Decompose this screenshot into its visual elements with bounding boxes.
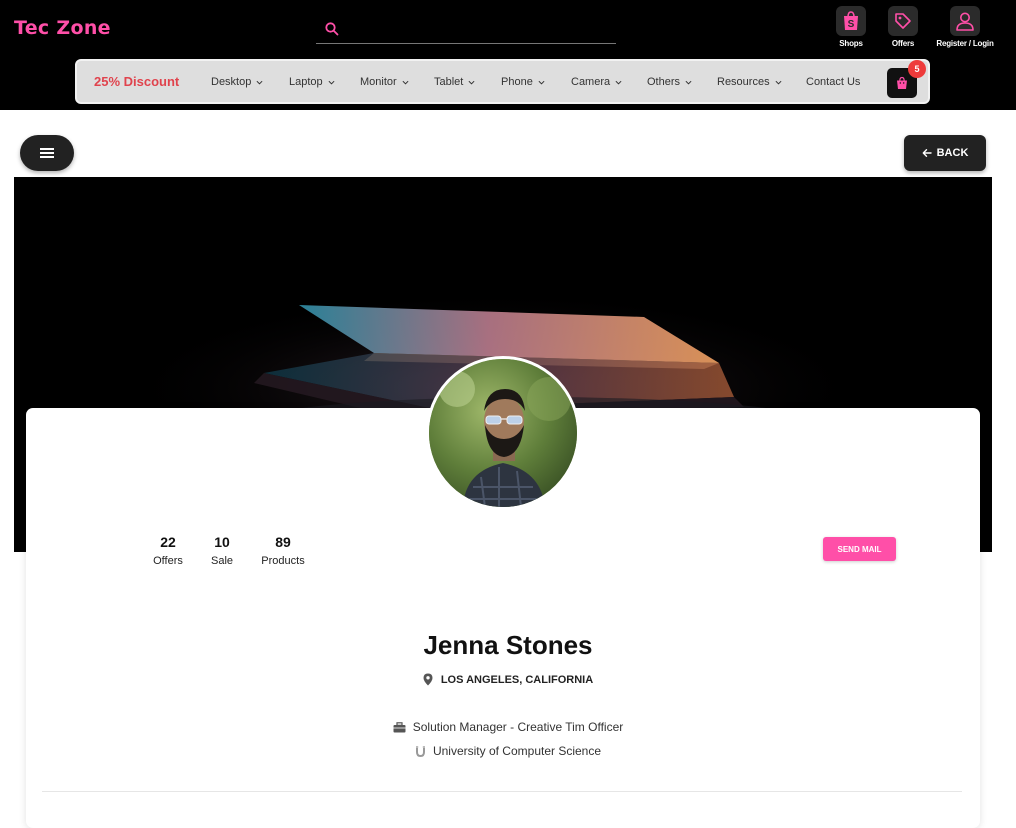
cart-button[interactable]: 5 [887, 60, 926, 98]
nav-item-label: Phone [501, 76, 533, 88]
register-login-link[interactable]: Register / Login [936, 6, 994, 48]
site-logo[interactable]: Tec Zone [14, 17, 111, 39]
stat-label: Products [261, 555, 305, 567]
shopify-bag-icon: S [836, 6, 866, 36]
register-login-label: Register / Login [936, 39, 994, 48]
nav-item-monitor[interactable]: Monitor [360, 76, 409, 88]
nav-item-desktop[interactable]: Desktop [211, 76, 263, 88]
top-header: Tec Zone S Shops Offers Register / Login… [0, 0, 1016, 110]
main-nav: 25% Discount Desktop Laptop Monitor Tabl… [75, 59, 930, 104]
search-bar [316, 16, 616, 44]
chevron-down-icon [538, 80, 545, 85]
stat-value: 22 [160, 534, 176, 550]
cart-count-badge: 5 [908, 60, 926, 78]
stat-products: 89 Products [260, 534, 306, 567]
nav-item-label: Monitor [360, 76, 397, 88]
tag-icon [888, 6, 918, 36]
chevron-down-icon [402, 80, 409, 85]
briefcase-icon [393, 721, 406, 732]
profile-name: Jenna Stones [423, 630, 593, 660]
nav-item-resources[interactable]: Resources [717, 76, 782, 88]
section-divider [42, 791, 962, 792]
offers-label: Offers [891, 39, 915, 48]
chevron-down-icon [775, 80, 782, 85]
offers-link[interactable]: Offers [888, 6, 918, 48]
chevron-down-icon [615, 80, 622, 85]
nav-item-label: Others [647, 76, 681, 88]
stat-sale: 10 Sale [207, 534, 237, 567]
discount-link[interactable]: 25% Discount [94, 74, 179, 89]
nav-item-camera[interactable]: Camera [571, 76, 622, 88]
stat-label: Offers [153, 555, 183, 567]
profile-job: Solution Manager - Creative Tim Officer [0, 720, 1016, 734]
nav-item-label: Laptop [289, 76, 323, 88]
stat-value: 10 [214, 534, 230, 550]
shopping-bag-icon [897, 76, 907, 89]
job-text: Solution Manager - Creative Tim Officer [412, 720, 624, 734]
profile-location: LOS ANGELES, CALIFORNIA [0, 673, 1016, 686]
nav-item-label: Camera [571, 76, 611, 88]
education-text: University of Computer Science [432, 744, 602, 758]
search-icon[interactable] [324, 21, 340, 37]
location-text: LOS ANGELES, CALIFORNIA [440, 673, 594, 686]
stat-label: Sale [210, 555, 234, 567]
nav-item-label: Tablet [434, 76, 464, 88]
chevron-down-icon [328, 80, 335, 85]
nav-item-label: Resources [717, 76, 770, 88]
send-mail-button[interactable]: SEND MAIL [823, 537, 896, 561]
map-marker-icon [423, 673, 433, 686]
nav-item-laptop[interactable]: Laptop [289, 76, 335, 88]
search-input[interactable] [348, 18, 610, 42]
nav-item-label: Desktop [211, 76, 252, 88]
arrow-left-icon [922, 149, 932, 157]
university-icon [415, 746, 425, 757]
nav-item-tablet[interactable]: Tablet [434, 76, 475, 88]
nav-item-label: Contact Us [806, 76, 861, 88]
nav-item-phone[interactable]: Phone [501, 76, 545, 88]
user-icon [950, 6, 980, 36]
shops-label: Shops [839, 39, 863, 48]
profile-education: University of Computer Science [0, 744, 1016, 758]
chevron-down-icon [468, 80, 475, 85]
nav-item-contact-us[interactable]: Contact Us [806, 76, 860, 88]
shops-link[interactable]: S Shops [836, 6, 866, 48]
menu-button[interactable] [20, 135, 74, 171]
chevron-down-icon [685, 80, 692, 85]
nav-item-others[interactable]: Others [647, 76, 692, 88]
hamburger-icon [40, 148, 54, 158]
profile-avatar [426, 356, 580, 510]
back-label: BACK [936, 147, 969, 159]
back-button[interactable]: BACK [904, 135, 986, 171]
stat-offers: 22 Offers [153, 534, 183, 567]
chevron-down-icon [256, 80, 263, 85]
svg-text:S: S [848, 19, 855, 30]
stat-value: 89 [275, 534, 291, 550]
